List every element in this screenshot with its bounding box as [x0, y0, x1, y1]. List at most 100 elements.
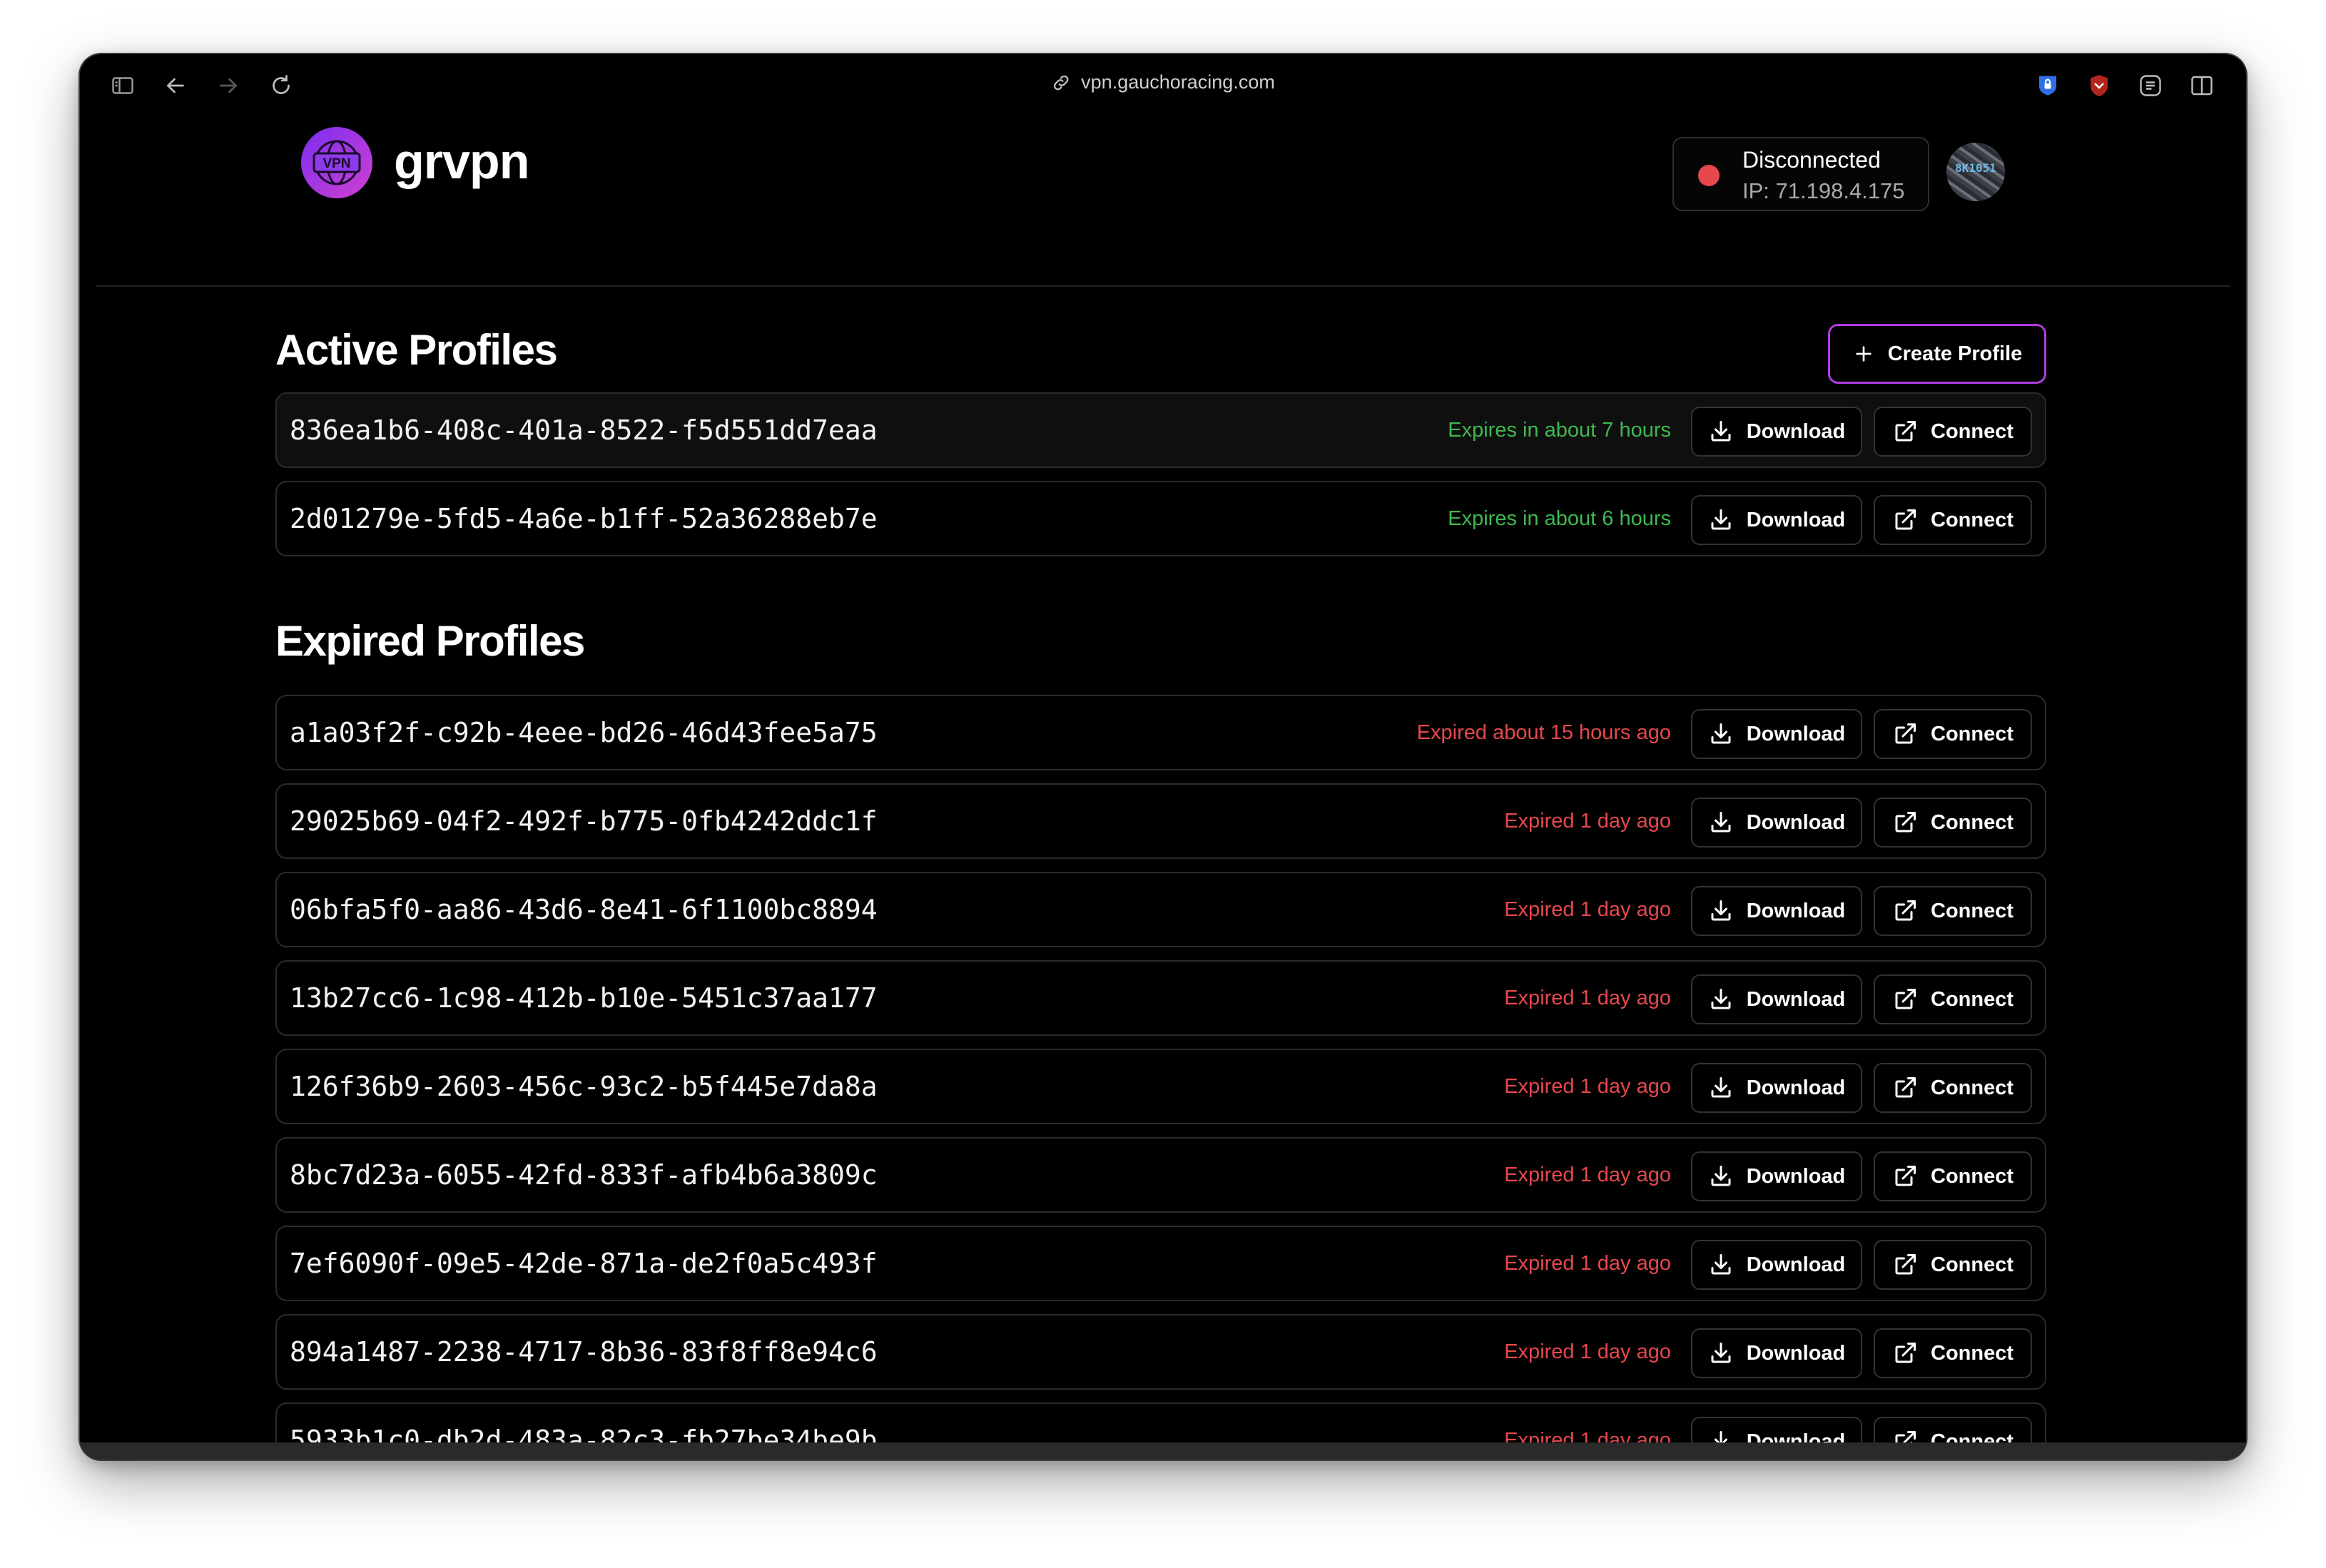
download-icon: [1708, 810, 1734, 835]
profile-id: 7ef6090f-09e5-42de-871a-de2f0a5c493f: [290, 1248, 878, 1279]
connect-label: Connect: [1931, 1076, 2013, 1099]
connection-status[interactable]: Disconnected IP: 71.198.4.175: [1672, 137, 1929, 211]
profile-row: 7ef6090f-09e5-42de-871a-de2f0a5c493f Expi…: [275, 1226, 2046, 1301]
expired-profiles-title: Expired Profiles: [275, 617, 585, 665]
vpn-logo[interactable]: VPN: [301, 127, 372, 198]
download-label: Download: [1746, 722, 1846, 745]
external-link-icon: [1892, 898, 1918, 924]
connect-button[interactable]: Connect: [1874, 974, 2032, 1024]
create-profile-button[interactable]: Create Profile: [1828, 324, 2046, 384]
connect-button[interactable]: Connect: [1874, 495, 2032, 545]
connect-button[interactable]: Connect: [1874, 407, 2032, 457]
connect-label: Connect: [1931, 899, 2013, 922]
download-button[interactable]: Download: [1691, 974, 1862, 1024]
profile-id: 5933b1c0-db2d-483a-82c3-fb27be34be9b: [290, 1425, 878, 1456]
external-link-icon: [1892, 1340, 1918, 1366]
download-icon: [1708, 1340, 1734, 1366]
connect-button[interactable]: Connect: [1874, 1417, 2032, 1460]
external-link-icon: [1892, 1075, 1918, 1101]
connect-label: Connect: [1931, 1341, 2013, 1365]
download-button[interactable]: Download: [1691, 1151, 1862, 1201]
download-icon: [1708, 507, 1734, 533]
split-view-icon[interactable]: [2189, 73, 2215, 98]
external-link-icon: [1892, 810, 1918, 835]
brand-name[interactable]: grvpn: [394, 133, 529, 190]
connect-label: Connect: [1931, 508, 2013, 531]
connect-button[interactable]: Connect: [1874, 1151, 2032, 1201]
expiry-status: Expired 1 day ago: [1504, 986, 1671, 1009]
profile-id: 2d01279e-5fd5-4a6e-b1ff-52a36288eb7e: [290, 503, 878, 534]
expiry-status: Expired 1 day ago: [1504, 1074, 1671, 1098]
expiry-status: Expired 1 day ago: [1504, 1340, 1671, 1363]
download-icon: [1708, 898, 1734, 924]
expiry-status: Expires in about 6 hours: [1448, 506, 1671, 530]
connect-button[interactable]: Connect: [1874, 709, 2032, 759]
ip-address: IP: 71.198.4.175: [1742, 178, 1905, 203]
connect-label: Connect: [1931, 810, 2013, 834]
reader-extension-icon[interactable]: [2138, 73, 2163, 98]
shield-extension-icon[interactable]: [2086, 73, 2112, 98]
profile-row: 06bfa5f0-aa86-43d6-8e41-6f1100bc8894 Expi…: [275, 872, 2046, 947]
download-icon: [1708, 721, 1734, 747]
expiry-status: Expired 1 day ago: [1504, 1428, 1671, 1452]
download-button[interactable]: Download: [1691, 709, 1862, 759]
avatar[interactable]: 8K1051: [1946, 143, 2005, 201]
download-label: Download: [1746, 508, 1846, 531]
profile-id: 836ea1b6-408c-401a-8522-f5d551dd7eaa: [290, 414, 878, 446]
download-label: Download: [1746, 1076, 1846, 1099]
download-label: Download: [1746, 1341, 1846, 1365]
external-link-icon: [1892, 507, 1918, 533]
forward-arrow-icon[interactable]: [215, 73, 241, 98]
expiry-status: Expired 1 day ago: [1504, 897, 1671, 921]
download-icon: [1708, 1075, 1734, 1101]
profile-row: 13b27cc6-1c98-412b-b10e-5451c37aa177 Expi…: [275, 960, 2046, 1036]
profile-row: 894a1487-2238-4717-8b36-83f8ff8e94c6 Expi…: [275, 1314, 2046, 1390]
url-text: vpn.gauchoracing.com: [1081, 71, 1275, 93]
browser-toolbar: vpn.gauchoracing.com: [80, 54, 2246, 116]
address-bar[interactable]: vpn.gauchoracing.com: [1051, 71, 1275, 93]
active-profiles-title: Active Profiles: [275, 326, 558, 374]
expiry-status: Expired 1 day ago: [1504, 1163, 1671, 1186]
profile-id: 29025b69-04f2-492f-b775-0fb4242ddc1f: [290, 805, 878, 837]
external-link-icon: [1892, 1164, 1918, 1189]
download-button[interactable]: Download: [1691, 1328, 1862, 1378]
plus-icon: [1856, 346, 1872, 362]
logo-text: VPN: [323, 156, 350, 171]
connect-button[interactable]: Connect: [1874, 886, 2032, 936]
connect-button[interactable]: Connect: [1874, 1328, 2032, 1378]
profile-row: 2d01279e-5fd5-4a6e-b1ff-52a36288eb7e Expi…: [275, 481, 2046, 556]
download-label: Download: [1746, 1164, 1846, 1188]
download-button[interactable]: Download: [1691, 407, 1862, 457]
connect-button[interactable]: Connect: [1874, 1063, 2032, 1113]
browser-window: vpn.gauchoracing.com VPN grvpn Disconnec…: [80, 54, 2246, 1460]
download-label: Download: [1746, 987, 1846, 1011]
profile-id: 06bfa5f0-aa86-43d6-8e41-6f1100bc8894: [290, 894, 878, 925]
download-button[interactable]: Download: [1691, 886, 1862, 936]
connect-label: Connect: [1931, 1253, 2013, 1276]
create-profile-label: Create Profile: [1887, 342, 2023, 365]
back-arrow-icon[interactable]: [163, 73, 188, 98]
profile-id: 8bc7d23a-6055-42fd-833f-afb4b6a3809c: [290, 1159, 878, 1191]
profile-row: 836ea1b6-408c-401a-8522-f5d551dd7eaa Expi…: [275, 392, 2046, 468]
external-link-icon: [1892, 1429, 1918, 1455]
reload-icon[interactable]: [268, 73, 294, 98]
connect-button[interactable]: Connect: [1874, 1240, 2032, 1290]
status-label: Disconnected: [1742, 147, 1881, 173]
sidebar-toggle-icon[interactable]: [110, 73, 136, 98]
external-link-icon: [1892, 721, 1918, 747]
password-manager-icon[interactable]: [2035, 73, 2061, 98]
download-icon: [1708, 1252, 1734, 1278]
profile-row: 29025b69-04f2-492f-b775-0fb4242ddc1f Expi…: [275, 783, 2046, 859]
download-button[interactable]: Download: [1691, 1063, 1862, 1113]
external-link-icon: [1892, 987, 1918, 1012]
download-button[interactable]: Download: [1691, 798, 1862, 847]
download-button[interactable]: Download: [1691, 1417, 1862, 1460]
download-button[interactable]: Download: [1691, 1240, 1862, 1290]
download-label: Download: [1746, 1253, 1846, 1276]
profile-id: a1a03f2f-c92b-4eee-bd26-46d43fee5a75: [290, 717, 878, 748]
connect-label: Connect: [1931, 419, 2013, 443]
download-label: Download: [1746, 810, 1846, 834]
download-button[interactable]: Download: [1691, 495, 1862, 545]
connect-button[interactable]: Connect: [1874, 798, 2032, 847]
profile-id: 13b27cc6-1c98-412b-b10e-5451c37aa177: [290, 982, 878, 1014]
